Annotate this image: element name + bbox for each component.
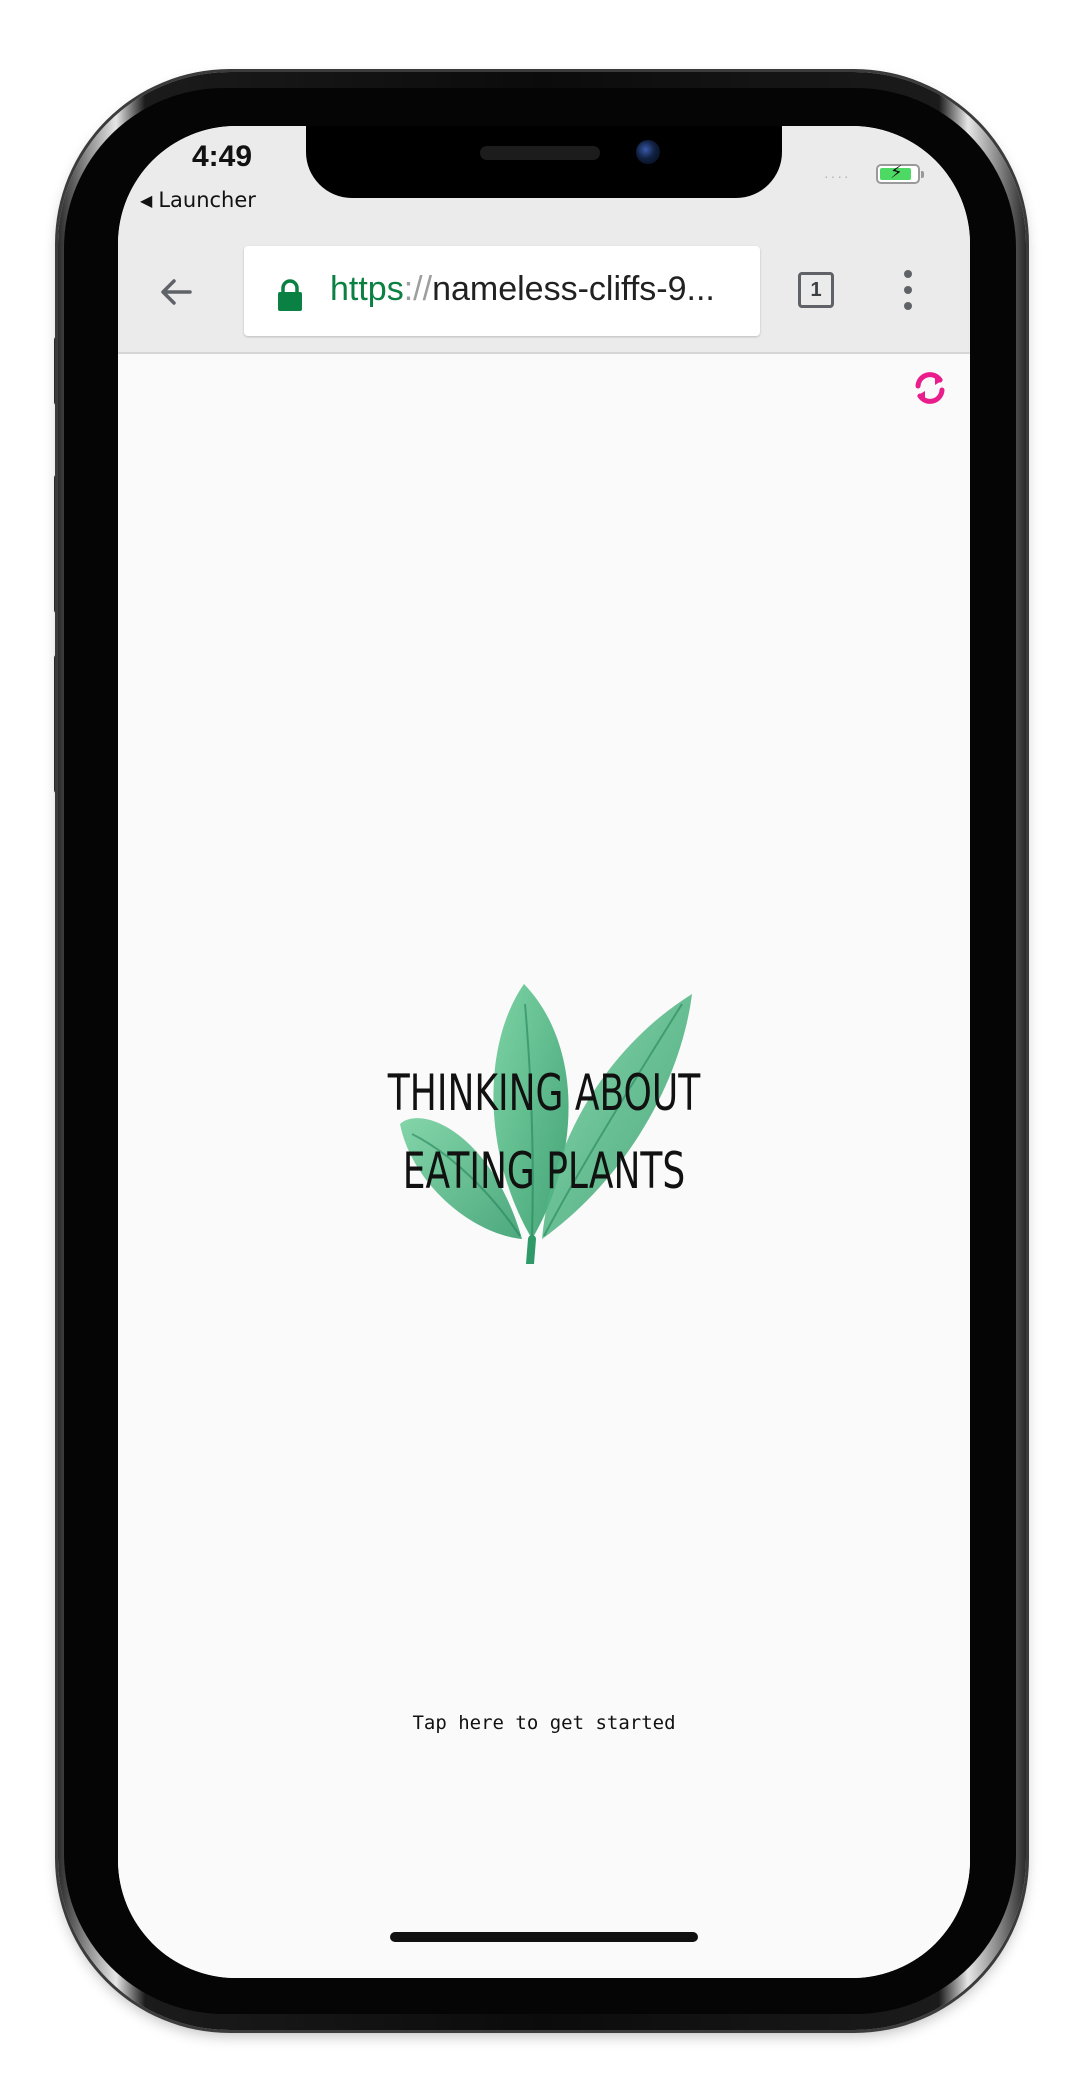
status-time: 4:49 xyxy=(192,140,253,173)
web-page: THINKING ABOUT EATING PLANTS Tap here to… xyxy=(118,354,970,1978)
signal-strength-icon: ···· xyxy=(824,168,851,184)
url-scheme: https xyxy=(330,270,404,308)
url-text: https://nameless-cliffs-9... xyxy=(330,270,715,309)
back-to-app-link[interactable]: ◀ Launcher xyxy=(140,188,256,212)
url-separator: :// xyxy=(403,270,433,308)
back-arrow-icon xyxy=(161,279,192,305)
refresh-icon[interactable] xyxy=(910,368,950,408)
front-camera-icon xyxy=(636,140,660,164)
home-indicator[interactable] xyxy=(390,1932,698,1942)
more-vert-icon[interactable] xyxy=(888,260,928,320)
back-button[interactable] xyxy=(144,260,208,324)
get-started-cta[interactable]: Tap here to get started xyxy=(118,1712,970,1734)
notch xyxy=(306,126,782,198)
phone-screen: 4:49 ◀ Launcher ···· ⚡ https://nameless-… xyxy=(118,126,970,1978)
lock-icon xyxy=(278,279,302,311)
back-app-label: Launcher xyxy=(158,188,256,212)
speaker-grille xyxy=(480,146,600,160)
back-triangle-icon: ◀ xyxy=(140,190,153,210)
tab-switcher-button[interactable]: 1 xyxy=(798,272,834,308)
address-bar[interactable]: https://nameless-cliffs-9... xyxy=(244,246,760,336)
battery-icon: ⚡ xyxy=(876,162,920,184)
url-host: nameless-cliffs-9... xyxy=(432,270,715,308)
get-started-link[interactable]: Tap here to get started xyxy=(412,1712,675,1734)
browser-toolbar: https://nameless-cliffs-9... 1 xyxy=(118,230,970,354)
battery-cap xyxy=(921,171,924,178)
page-title: THINKING ABOUT EATING PLANTS xyxy=(387,1064,701,1200)
hero-section: THINKING ABOUT EATING PLANTS xyxy=(118,984,970,1264)
device-mockup: 4:49 ◀ Launcher ···· ⚡ https://nameless-… xyxy=(0,0,1080,2100)
charging-bolt-icon: ⚡ xyxy=(890,162,903,183)
